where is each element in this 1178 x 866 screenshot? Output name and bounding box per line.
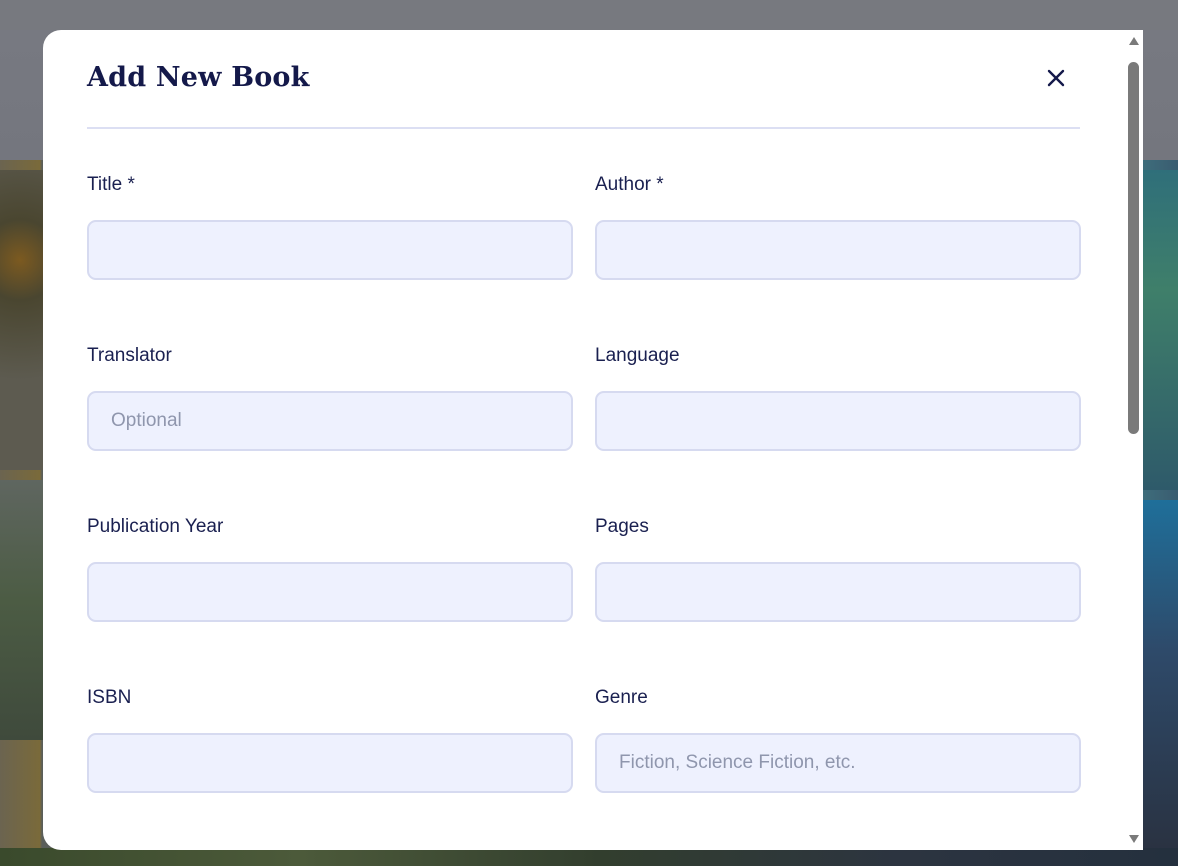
book-form: Title * Author * Translator Language Pub… [87, 173, 1081, 850]
background-content [0, 480, 45, 740]
background-content [0, 848, 1178, 866]
language-label: Language [595, 345, 680, 366]
isbn-label: ISBN [87, 687, 132, 708]
title-field-group: Title * [87, 173, 573, 344]
author-input[interactable] [595, 220, 1081, 280]
title-input[interactable] [87, 220, 573, 280]
publication-year-input[interactable] [87, 562, 573, 622]
scroll-up-arrow-icon[interactable] [1128, 35, 1140, 47]
background-content [1143, 500, 1178, 866]
pages-input[interactable] [595, 562, 1081, 622]
scrollbar-thumb[interactable] [1128, 62, 1139, 434]
dialog-header: Add New Book [87, 30, 1080, 129]
dialog-scrollbar[interactable] [1125, 30, 1143, 850]
isbn-field-group: ISBN [87, 686, 573, 850]
dialog-title: Add New Book [87, 62, 310, 93]
background-content [1143, 170, 1178, 490]
author-label: Author * [595, 174, 664, 195]
close-button[interactable] [1042, 64, 1070, 92]
scroll-down-arrow-icon[interactable] [1128, 833, 1140, 845]
background-content [0, 170, 45, 470]
translator-field-group: Translator [87, 344, 573, 515]
close-icon [1047, 69, 1065, 87]
language-input[interactable] [595, 391, 1081, 451]
translator-label: Translator [87, 345, 172, 366]
translator-input[interactable] [87, 391, 573, 451]
background-nav-bar [0, 0, 1178, 30]
pages-field-group: Pages [595, 515, 1081, 686]
title-label: Title * [87, 174, 135, 195]
publication-year-field-group: Publication Year [87, 515, 573, 686]
dialog-content: Add New Book Title * Author * Translator [87, 30, 1081, 850]
language-field-group: Language [595, 344, 1081, 515]
genre-label: Genre [595, 687, 648, 708]
genre-input[interactable] [595, 733, 1081, 793]
publication-year-label: Publication Year [87, 516, 224, 537]
isbn-input[interactable] [87, 733, 573, 793]
pages-label: Pages [595, 516, 649, 537]
author-field-group: Author * [595, 173, 1081, 344]
genre-field-group: Genre [595, 686, 1081, 850]
add-book-dialog: Add New Book Title * Author * Translator [43, 30, 1143, 850]
